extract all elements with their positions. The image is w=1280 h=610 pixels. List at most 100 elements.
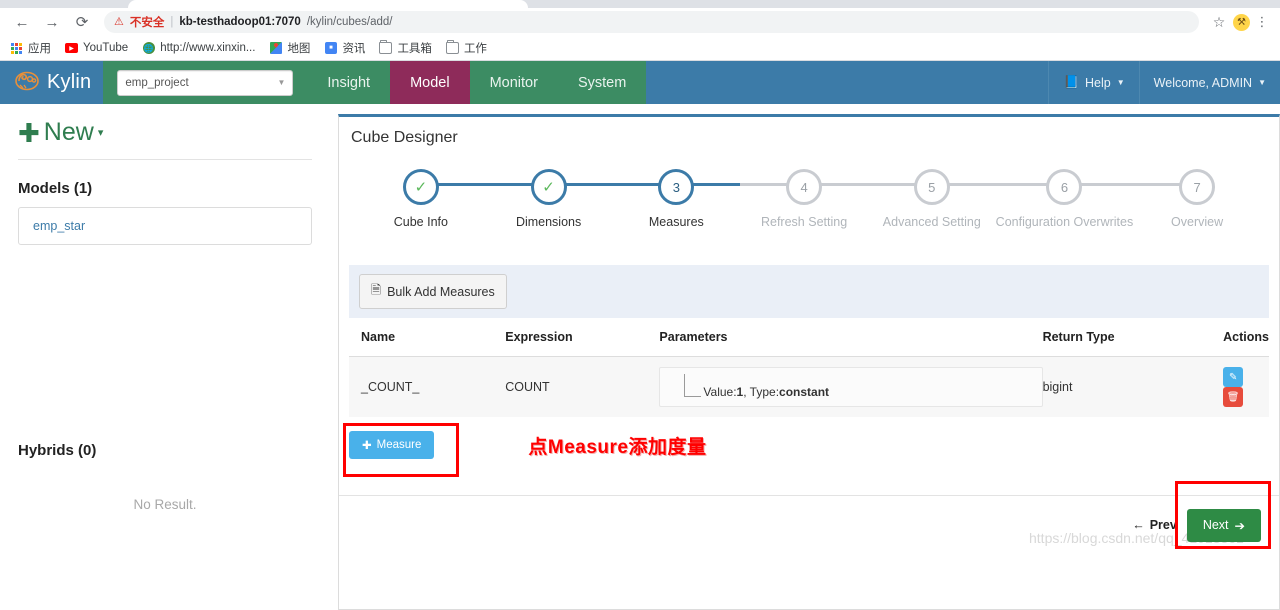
nav-item-system[interactable]: System <box>557 61 647 104</box>
delete-icon[interactable]: 🗑 <box>1223 387 1244 407</box>
wizard-step-advanced-setting[interactable]: 5 Advanced Setting <box>867 169 996 229</box>
param-type: constant <box>779 385 830 399</box>
bookmark-label: 资讯 <box>342 43 366 55</box>
back-icon[interactable]: ← <box>8 8 36 36</box>
sidebar-divider <box>18 159 312 160</box>
extension-icon[interactable]: ⚒ <box>1233 13 1250 31</box>
wizard-step-configuration-overwrites[interactable]: 6 Configuration Overwrites <box>995 169 1134 229</box>
page-title: Cube Designer <box>351 129 458 146</box>
step-label: Measures <box>648 215 704 229</box>
param-mid: , Type: <box>743 385 780 399</box>
globe-icon: 🌐 <box>142 42 155 54</box>
step-circle: ✓ <box>402 169 439 205</box>
chevron-down-icon: ▼ <box>1258 78 1266 87</box>
check-icon: ✓ <box>414 179 428 196</box>
brand-home-link[interactable]: Kylin <box>0 61 103 104</box>
column-header-return-type: Return Type <box>1042 318 1224 357</box>
book-icon: 📘 <box>1063 75 1080 89</box>
step-circle: 7 <box>1179 169 1216 205</box>
bookmark-youtube[interactable]: ▶ YouTube <box>65 42 128 55</box>
prev-button[interactable]: ← Prev <box>1132 518 1177 532</box>
brand-name: Kylin <box>47 71 92 93</box>
browser-tabstrip <box>0 0 1280 8</box>
wizard-step-refresh-setting[interactable]: 4 Refresh Setting <box>740 169 868 229</box>
folder-icon <box>445 39 459 55</box>
url-host: kb-testhadoop01:7070 <box>179 16 301 28</box>
news-icon: ■ <box>324 42 337 55</box>
next-button-wrap: Next ➔ <box>1174 480 1271 549</box>
kylin-logo-icon <box>14 69 40 96</box>
project-selector-wrap: emp_project ▼ <box>103 61 308 104</box>
nav-item-model[interactable]: Model <box>390 61 470 104</box>
help-menu[interactable]: 📘 Help ▼ <box>1048 61 1138 104</box>
project-select-value: emp_project <box>125 76 189 89</box>
project-select[interactable]: emp_project ▼ <box>117 69 294 96</box>
annotation-text: 点Measure添加度量 <box>528 436 707 458</box>
new-button[interactable]: ✚ New ▾ <box>18 104 312 155</box>
nav-item-insight[interactable]: Insight <box>307 61 391 104</box>
wizard-step-cube-info[interactable]: ✓ Cube Info <box>357 169 485 229</box>
bookmark-label: 工作 <box>463 43 487 55</box>
bookmark-maps[interactable]: 地图 <box>269 40 310 56</box>
bulk-add-measures-label: Bulk Add Measures <box>387 284 495 299</box>
bookmark-xinxin[interactable]: 🌐 http://www.xinxin... <box>142 42 255 55</box>
list-icon: 🗎 <box>371 283 382 297</box>
plus-icon: ✚ <box>18 117 40 148</box>
bookmark-apps[interactable]: 应用 <box>10 40 51 56</box>
hybrids-section-title: Hybrids (0) <box>18 442 97 459</box>
sidebar: ✚ New ▾ Models (1) emp_star Hybrids (0) … <box>0 104 330 540</box>
arrow-left-icon: ← <box>1132 518 1145 532</box>
page-body: ✚ New ▾ Models (1) emp_star Hybrids (0) … <box>0 104 1280 610</box>
forward-icon[interactable]: → <box>38 8 66 36</box>
prev-label: Prev <box>1149 518 1177 532</box>
security-label: 不安全 <box>129 17 165 29</box>
cell-actions: ✎ 🗑 <box>1223 356 1269 417</box>
wizard-step-overview[interactable]: 7 Overview <box>1133 169 1261 229</box>
bookmark-label: 地图 <box>287 43 311 55</box>
chevron-down-icon: ▾ <box>97 127 104 139</box>
step-circle: ✓ <box>530 169 567 205</box>
step-circle: 4 <box>786 169 823 205</box>
tree-elbow-icon <box>684 374 702 397</box>
edit-icon[interactable]: ✎ <box>1223 367 1244 387</box>
reload-icon[interactable]: ⟳ <box>68 8 96 36</box>
nav-item-monitor[interactable]: Monitor <box>469 61 558 104</box>
address-bar[interactable]: ⚠ 不安全 | kb-testhadoop01:7070/kylin/cubes… <box>104 11 1199 33</box>
bookmark-label: YouTube <box>83 42 129 54</box>
bookmark-work[interactable]: 工作 <box>445 39 487 56</box>
models-section-title: Models (1) <box>18 180 93 197</box>
highlight-box-next <box>1174 480 1271 549</box>
apps-grid-icon <box>10 42 23 55</box>
bookmark-toolbox[interactable]: 工具箱 <box>379 39 432 56</box>
browser-toolbar: ← → ⟳ ⚠ 不安全 | kb-testhadoop01:7070/kylin… <box>0 8 1280 36</box>
navbar-right: 📘 Help ▼ Welcome, ADMIN ▼ <box>1048 61 1280 104</box>
bookmark-news[interactable]: ■ 资讯 <box>324 40 365 56</box>
step-label: Configuration Overwrites <box>995 215 1134 229</box>
user-menu[interactable]: Welcome, ADMIN ▼ <box>1138 61 1280 104</box>
panel-footer: https://blog.csdn.net/qq_41018861 ← Prev… <box>339 480 1279 554</box>
new-button-label: New <box>43 118 94 146</box>
model-link[interactable]: emp_star <box>33 219 85 233</box>
add-measure-row: ✚ Measure 点Measure添加度量 <box>339 417 1279 477</box>
measures-table: Name Expression Parameters Return Type A… <box>349 318 1269 417</box>
table-row: _COUNT_ COUNT Value:1, Type:constant big… <box>349 356 1269 417</box>
bulk-add-measures-button[interactable]: 🗎 Bulk Add Measures <box>359 274 507 309</box>
step-circle: 6 <box>1046 169 1083 205</box>
step-label: Refresh Setting <box>760 215 848 229</box>
url-path: /kylin/cubes/add/ <box>306 16 393 28</box>
model-card-emp-star[interactable]: emp_star <box>18 207 312 245</box>
column-header-name: Name <box>349 318 506 357</box>
cube-designer-panel: Cube Designer ✓ Cube Info ✓ Dimensions 3… <box>338 114 1280 610</box>
wizard-steps: ✓ Cube Info ✓ Dimensions 3 Measures 4 Re… <box>339 147 1279 229</box>
browser-menu-icon[interactable]: ⋮ <box>1252 15 1272 28</box>
content-area: Cube Designer ✓ Cube Info ✓ Dimensions 3… <box>330 104 1280 610</box>
wizard-step-dimensions[interactable]: ✓ Dimensions <box>484 169 613 229</box>
measures-toolbar: 🗎 Bulk Add Measures <box>349 265 1269 318</box>
cell-return-type: bigint <box>1042 356 1224 417</box>
highlight-box-measure <box>343 423 459 477</box>
bookmark-star-icon[interactable]: ☆ <box>1207 14 1231 31</box>
browser-tab[interactable] <box>128 0 528 8</box>
cell-expression: COUNT <box>505 356 660 417</box>
chevron-down-icon: ▼ <box>277 78 286 87</box>
wizard-step-measures[interactable]: 3 Measures <box>612 169 741 229</box>
